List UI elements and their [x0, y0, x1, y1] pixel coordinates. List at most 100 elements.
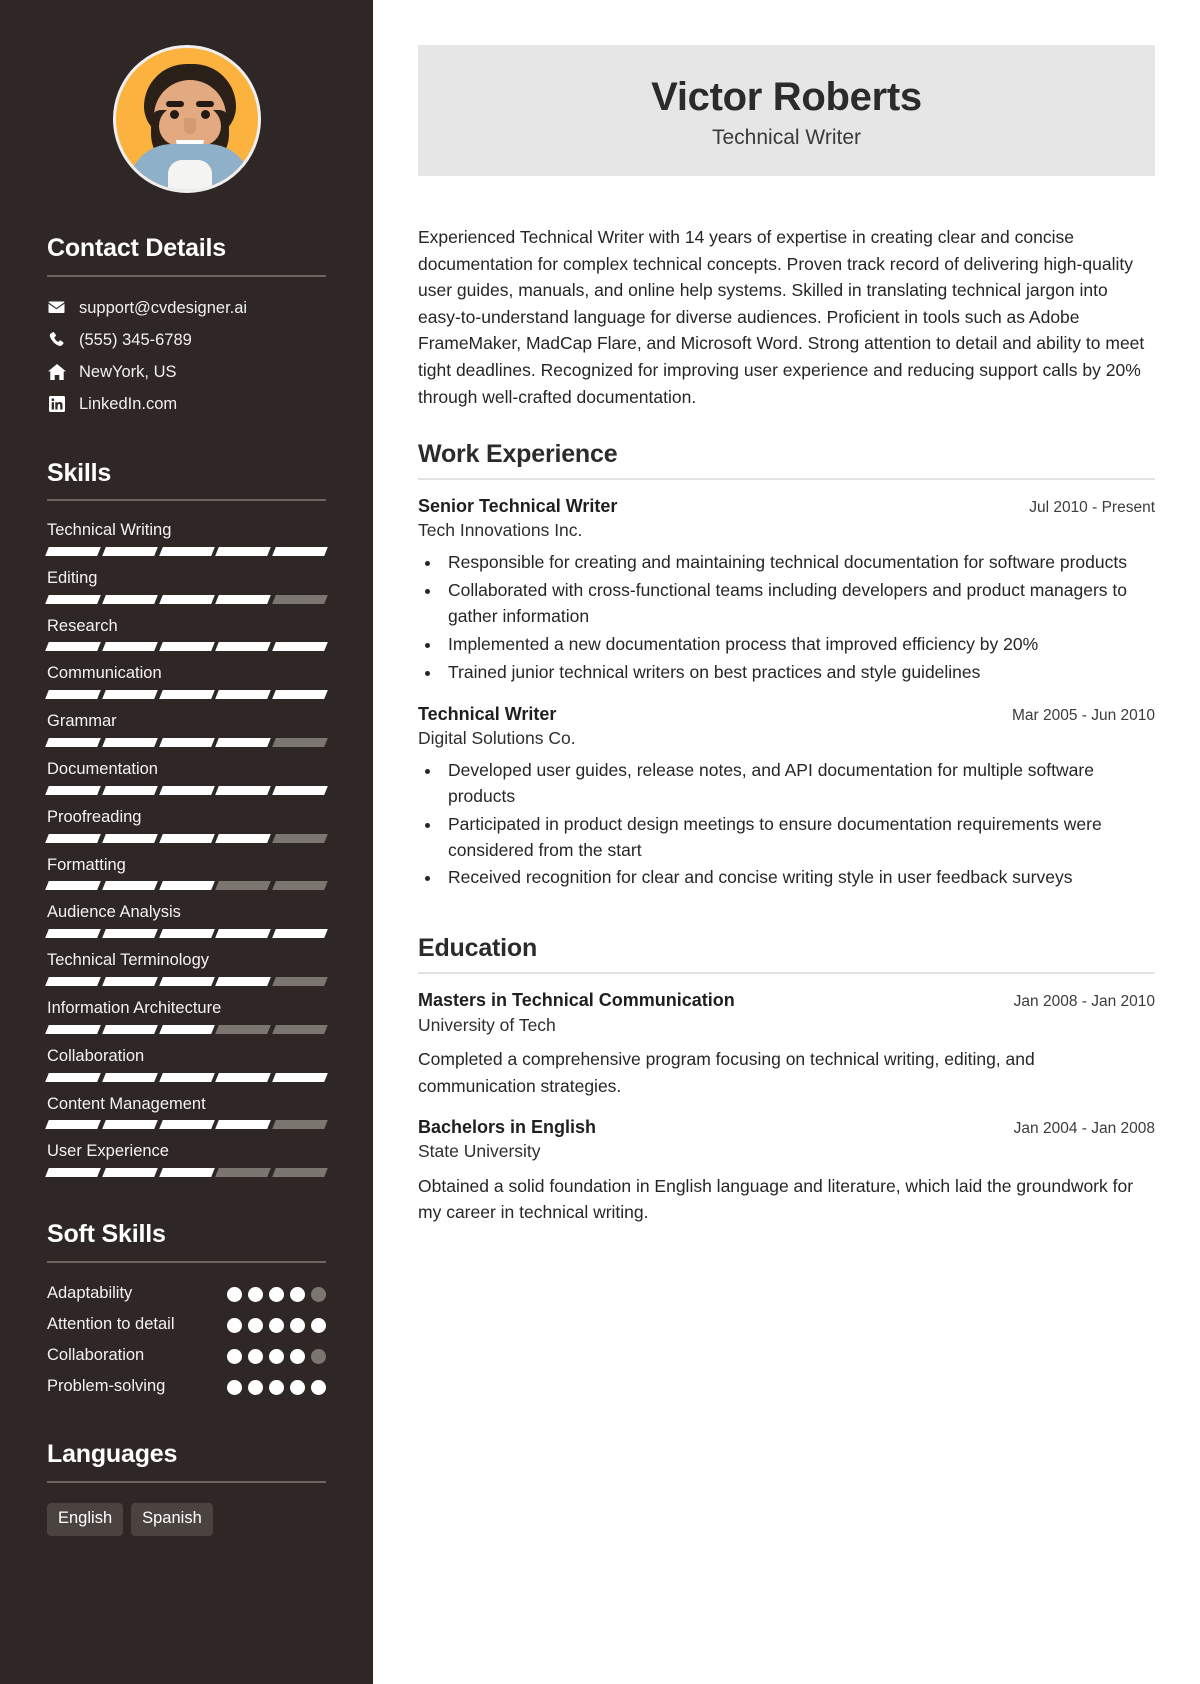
contact-item-phone[interactable]: (555) 345-6789 — [47, 329, 326, 351]
rating-dot-filled — [311, 1317, 326, 1333]
skill-segment-filled — [272, 929, 328, 939]
skill-segment-empty — [272, 977, 328, 987]
skill-segment-filled — [45, 642, 101, 652]
skill-level-bar — [45, 546, 328, 556]
education-entry-header: Masters in Technical Communication Jan 20… — [418, 989, 1155, 1012]
rating-dot-filled — [248, 1286, 263, 1302]
skill-segment-filled — [158, 833, 215, 843]
skill-segment-filled — [101, 1168, 158, 1178]
skill-level-bar — [45, 1024, 328, 1034]
list-item: Developed user guides, release notes, an… — [442, 758, 1155, 810]
skills-heading: Skills — [47, 458, 112, 487]
rating-dot-filled — [311, 1380, 326, 1396]
education-entry-header: Bachelors in English Jan 2004 - Jan 2008 — [418, 1116, 1155, 1139]
skill-row: Proofreading — [45, 808, 328, 843]
soft-skill-dot-rating — [227, 1283, 326, 1302]
work-entry-bullets: Responsible for creating and maintaining… — [442, 550, 1155, 685]
work-entry-header: Technical Writer Mar 2005 - Jun 2010 — [418, 703, 1155, 726]
list-item: Collaborated with cross-functional teams… — [442, 578, 1155, 630]
contact-divider — [47, 274, 326, 277]
skill-segment-filled — [215, 1120, 272, 1130]
skill-segment-empty — [272, 1120, 328, 1130]
education-list: Masters in Technical Communication Jan 20… — [418, 989, 1155, 1226]
work-entry-role: Senior Technical Writer — [418, 495, 618, 516]
rating-dot-filled — [227, 1348, 242, 1364]
skill-segment-filled — [45, 977, 101, 987]
home-icon — [47, 364, 66, 381]
skill-level-bar — [45, 929, 328, 939]
skill-segment-empty — [272, 1168, 328, 1178]
education-entry-degree: Masters in Technical Communication — [418, 990, 735, 1011]
skill-segment-filled — [158, 642, 215, 652]
soft-skill-name: Problem-solving — [47, 1377, 166, 1396]
contact-item-location[interactable]: NewYork, US — [47, 361, 326, 383]
rating-dot-filled — [227, 1286, 242, 1302]
education-entry: Bachelors in English Jan 2004 - Jan 2008 S… — [418, 1116, 1155, 1226]
skill-segment-filled — [272, 1072, 328, 1082]
skill-segment-filled — [45, 1072, 101, 1082]
skill-row: Content Management — [45, 1095, 328, 1130]
skill-name: Audience Analysis — [47, 903, 181, 922]
skill-name: Research — [47, 616, 118, 635]
contact-linkedin-text: LinkedIn.com — [79, 395, 178, 414]
language-tag: Spanish — [131, 1502, 213, 1537]
skill-segment-filled — [101, 929, 158, 939]
main-content: Victor Roberts Technical Writer Experien… — [373, 0, 1200, 1684]
skill-segment-filled — [101, 833, 158, 843]
skill-segment-empty — [272, 833, 328, 843]
skill-segment-empty — [272, 1024, 328, 1034]
work-entry-header: Senior Technical Writer Jul 2010 - Presen… — [418, 495, 1155, 518]
soft-skills-list: Adaptability Attention to detail Collabora… — [47, 1283, 326, 1397]
education-entry-institution: University of Tech — [418, 1014, 556, 1035]
job-title: Technical Writer — [712, 125, 861, 149]
skill-level-bar — [45, 977, 328, 987]
education-entry: Masters in Technical Communication Jan 20… — [418, 989, 1155, 1099]
phone-icon — [47, 332, 66, 348]
skill-segment-filled — [101, 594, 158, 604]
rating-dot-filled — [290, 1348, 305, 1364]
skill-segment-filled — [215, 785, 272, 795]
education-entry-description: Obtained a solid foundation in English l… — [418, 1176, 1134, 1223]
skill-segment-filled — [101, 1024, 158, 1034]
skill-segment-filled — [215, 833, 272, 843]
skill-segment-filled — [272, 546, 328, 556]
skill-segment-filled — [45, 833, 101, 843]
soft-skills-heading: Soft Skills — [47, 1220, 166, 1249]
skill-segment-filled — [158, 1120, 215, 1130]
skill-segment-filled — [101, 1072, 158, 1082]
skill-name: Communication — [47, 664, 162, 683]
skill-level-bar — [45, 1120, 328, 1130]
resume-page: Contact Details support@cvdesigner.ai (5… — [0, 0, 1200, 1684]
contact-item-email[interactable]: support@cvdesigner.ai — [47, 297, 326, 319]
skill-segment-filled — [45, 738, 101, 748]
skill-name: Grammar — [47, 712, 117, 731]
skill-segment-filled — [215, 977, 272, 987]
list-item: Trained junior technical writers on best… — [442, 660, 1155, 686]
education-entry-description: Completed a comprehensive program focusi… — [418, 1049, 1035, 1096]
skill-name: Documentation — [47, 760, 158, 779]
skill-segment-filled — [158, 690, 215, 700]
skill-level-bar — [45, 881, 328, 891]
skill-segment-filled — [215, 929, 272, 939]
rating-dot-empty — [311, 1348, 326, 1364]
contact-location-text: NewYork, US — [79, 363, 177, 382]
skill-segment-filled — [101, 642, 158, 652]
work-entry: Technical Writer Mar 2005 - Jun 2010 Digit… — [418, 703, 1155, 892]
skill-segment-filled — [215, 642, 272, 652]
contact-item-linkedin[interactable]: LinkedIn.com — [47, 393, 326, 415]
professional-summary: Experienced Technical Writer with 14 yea… — [418, 226, 1145, 407]
skill-level-bar — [45, 690, 328, 700]
list-item: Participated in product design meetings … — [442, 812, 1155, 864]
rating-dot-filled — [269, 1380, 284, 1396]
skill-segment-filled — [158, 881, 215, 891]
skill-row: Technical Writing — [45, 521, 328, 556]
skill-segment-filled — [101, 785, 158, 795]
skill-segment-filled — [101, 690, 158, 700]
skill-row: Formatting — [45, 856, 328, 891]
skill-segment-filled — [215, 546, 272, 556]
skill-row: Information Architecture — [45, 999, 328, 1034]
skill-segment-empty — [272, 881, 328, 891]
contact-details-heading: Contact Details — [47, 234, 226, 262]
rating-dot-filled — [290, 1380, 305, 1396]
skill-row: User Experience — [45, 1142, 328, 1178]
